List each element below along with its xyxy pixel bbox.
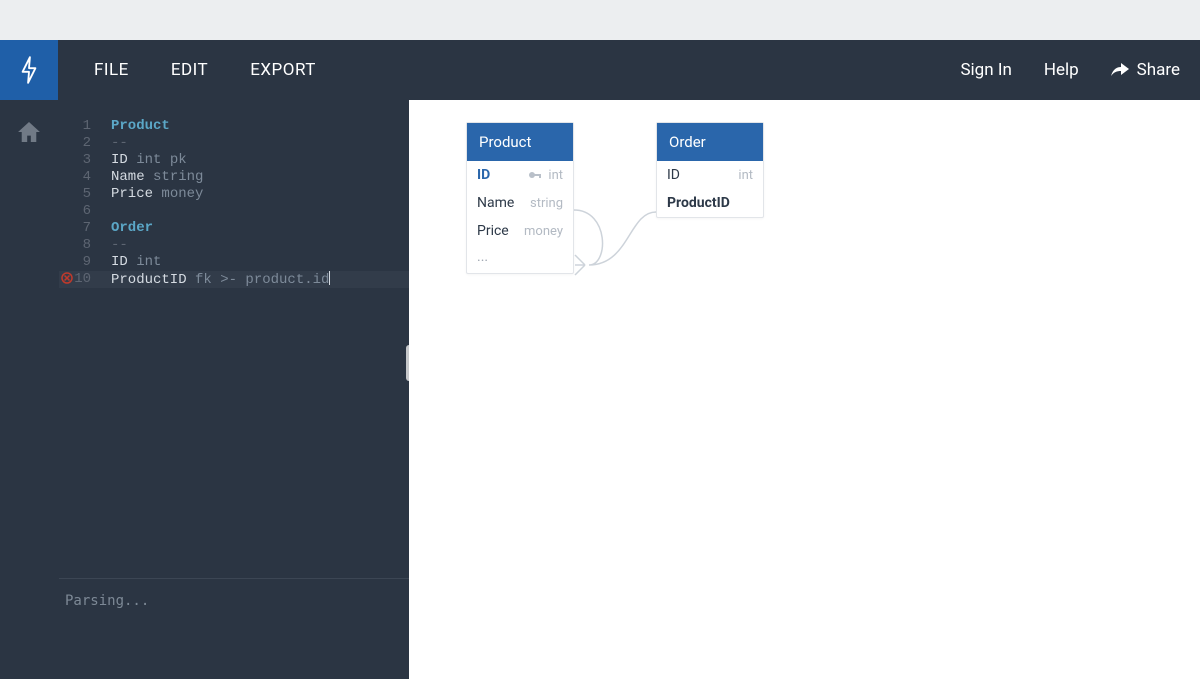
line-number: 9 xyxy=(59,254,97,271)
code-line[interactable]: 10ProductID fk >- product.id xyxy=(59,271,409,288)
menu-export[interactable]: EXPORT xyxy=(250,60,316,80)
status-panel: Parsing... xyxy=(59,579,409,679)
line-number: 6 xyxy=(59,203,97,220)
line-number: 1 xyxy=(59,118,97,135)
primary-key-icon xyxy=(528,170,542,180)
code-text: -- xyxy=(97,237,128,254)
code-text: Price money xyxy=(97,186,203,203)
entity-header[interactable]: Order xyxy=(657,123,763,161)
left-sidebar xyxy=(0,100,58,679)
entity-field-row[interactable]: ProductID xyxy=(657,189,763,217)
share-arrow-icon xyxy=(1111,63,1129,77)
header-right: Sign In Help Share xyxy=(960,40,1200,100)
entity-header[interactable]: Product xyxy=(467,123,573,161)
signin-link[interactable]: Sign In xyxy=(960,60,1011,80)
code-line[interactable]: 3ID int pk xyxy=(59,152,409,169)
line-number: 2 xyxy=(59,135,97,152)
line-number: 10 xyxy=(59,271,97,288)
help-link[interactable]: Help xyxy=(1044,60,1079,80)
field-type: int xyxy=(548,168,563,183)
code-text: ID int pk xyxy=(97,152,187,169)
code-line[interactable]: 4Name string xyxy=(59,169,409,186)
entity-field-row[interactable]: Name string xyxy=(467,189,573,217)
app-header: FILE EDIT EXPORT Sign In Help Share xyxy=(0,40,1200,100)
line-number: 7 xyxy=(59,220,97,237)
error-icon xyxy=(61,272,73,284)
main-menu: FILE EDIT EXPORT xyxy=(58,40,316,100)
share-label: Share xyxy=(1137,60,1180,80)
code-text: -- xyxy=(97,135,128,152)
home-button[interactable] xyxy=(18,122,40,146)
share-button[interactable]: Share xyxy=(1111,60,1180,80)
entity-ellipsis: ... xyxy=(467,245,573,273)
menu-edit[interactable]: EDIT xyxy=(171,60,208,80)
field-name: Price xyxy=(477,223,509,239)
code-text: Order xyxy=(97,220,153,237)
field-type: int xyxy=(738,168,753,183)
entity-box[interactable]: Product ID int Name string Price money... xyxy=(466,122,574,274)
entity-field-row[interactable]: ID int xyxy=(467,161,573,189)
field-type: money xyxy=(524,224,563,239)
code-line[interactable]: 7Order xyxy=(59,220,409,237)
lightning-icon xyxy=(18,55,40,85)
entity-field-row[interactable]: Price money xyxy=(467,217,573,245)
field-name: ProductID xyxy=(667,195,730,211)
field-type: string xyxy=(530,196,563,211)
entity-box[interactable]: Order ID int ProductID xyxy=(656,122,764,218)
editor-panel: 1Product2--3ID int pk4Name string5Price … xyxy=(58,100,409,679)
field-name: ID xyxy=(477,167,490,183)
line-number: 4 xyxy=(59,169,97,186)
code-editor[interactable]: 1Product2--3ID int pk4Name string5Price … xyxy=(59,100,409,578)
code-line[interactable]: 5Price money xyxy=(59,186,409,203)
status-text: Parsing... xyxy=(65,593,149,609)
entity-field-row[interactable]: ID int xyxy=(657,161,763,189)
line-number: 5 xyxy=(59,186,97,203)
field-name: Name xyxy=(477,195,514,211)
code-text: ProductID fk >- product.id xyxy=(97,271,330,289)
line-number: 8 xyxy=(59,237,97,254)
menu-file[interactable]: FILE xyxy=(94,60,129,80)
line-number: 3 xyxy=(59,152,97,169)
code-text: ID int xyxy=(97,254,161,271)
code-text: Product xyxy=(97,118,170,135)
diagram-canvas[interactable]: ProductIDintNamestringPricemoney...Order… xyxy=(409,100,1200,679)
code-line[interactable]: 8-- xyxy=(59,237,409,254)
home-icon xyxy=(18,122,40,142)
code-text: Name string xyxy=(97,169,203,186)
code-line[interactable]: 9ID int xyxy=(59,254,409,271)
app-logo[interactable] xyxy=(0,40,58,100)
code-line[interactable]: 6 xyxy=(59,203,409,220)
window-topbar xyxy=(0,0,1200,40)
main-area: 1Product2--3ID int pk4Name string5Price … xyxy=(0,100,1200,679)
code-line[interactable]: 2-- xyxy=(59,135,409,152)
code-line[interactable]: 1Product xyxy=(59,118,409,135)
field-name: ID xyxy=(667,167,680,183)
text-cursor xyxy=(329,271,330,285)
